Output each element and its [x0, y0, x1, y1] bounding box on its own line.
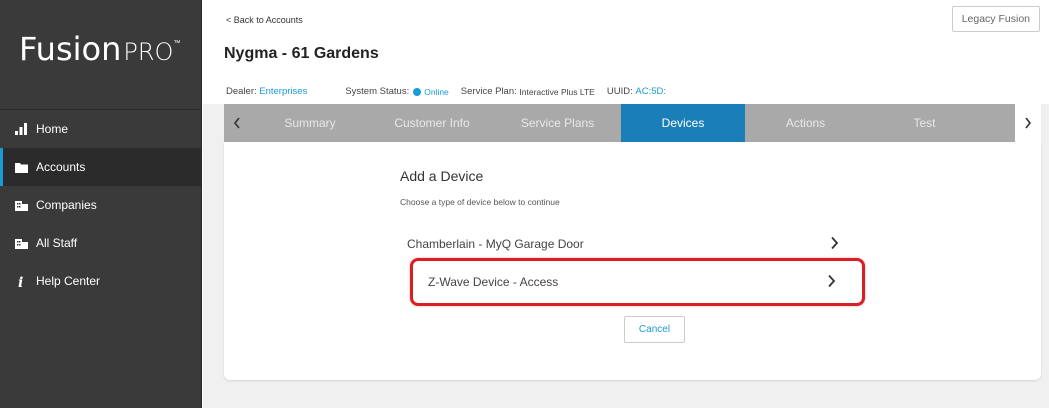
- legacy-fusion-button[interactable]: Legacy Fusion: [951, 6, 1040, 32]
- uuid-label: UUID:: [606, 86, 633, 97]
- building-icon: [14, 198, 28, 212]
- sidebar-item-accounts[interactable]: Accounts: [0, 148, 202, 186]
- uuid-value: AC:5D:: [635, 86, 666, 97]
- sidebar-item-help-center[interactable]: i Help Center: [0, 262, 202, 300]
- dealer-link[interactable]: Enterprises: [259, 86, 307, 97]
- tab-summary[interactable]: Summary: [250, 104, 370, 142]
- device-option-label: Chamberlain - MyQ Garage Door: [407, 237, 584, 251]
- sidebar-item-label: Accounts: [36, 160, 86, 174]
- system-status-label: System Status:: [345, 86, 410, 97]
- sidebar-item-home[interactable]: Home: [0, 110, 202, 148]
- sidebar: FusionPRO™ Home Accounts Companies All S…: [0, 0, 202, 408]
- page-title: Nygma - 61 Gardens: [224, 45, 379, 62]
- account-meta: Dealer: Enterprises System Status: Onlin…: [226, 86, 666, 97]
- status-online-icon: [413, 87, 422, 96]
- chevron-right-icon: [1025, 117, 1032, 129]
- tab-actions[interactable]: Actions: [745, 104, 866, 142]
- sidebar-item-label: Home: [36, 122, 69, 136]
- card-subtitle: Choose a type of device below to continu…: [400, 197, 560, 207]
- tab-customer-info[interactable]: Customer Info: [370, 104, 494, 142]
- sidebar-item-label: Help Center: [36, 274, 101, 288]
- status-badge: Online: [424, 86, 449, 97]
- service-plan-label: Service Plan:: [460, 86, 517, 97]
- chevron-left-icon: [233, 117, 240, 129]
- chevron-right-icon: [828, 274, 836, 288]
- sidebar-item-companies[interactable]: Companies: [0, 186, 202, 224]
- main-content: < Back to Accounts Legacy Fusion Nygma -…: [203, 0, 1049, 408]
- device-option-chamberlain[interactable]: Chamberlain - MyQ Garage Door: [399, 226, 849, 262]
- tab-service-plans[interactable]: Service Plans: [494, 104, 621, 142]
- sidebar-item-all-staff[interactable]: All Staff: [0, 224, 202, 262]
- bar-chart-icon: [14, 122, 28, 136]
- tabs-scroll-right-button[interactable]: [1015, 104, 1041, 142]
- card-title: Add a Device: [400, 168, 484, 184]
- add-device-card: Add a Device Choose a type of device bel…: [224, 142, 1041, 380]
- info-icon: i: [14, 274, 28, 288]
- logo-word: Fusion: [19, 30, 122, 68]
- device-option-label: Z-Wave Device - Access: [428, 275, 559, 289]
- svg-text:i: i: [18, 275, 23, 288]
- account-header: < Back to Accounts Legacy Fusion Nygma -…: [203, 0, 1049, 104]
- tab-devices[interactable]: Devices: [621, 104, 745, 142]
- logo-trademark: ™: [173, 38, 181, 47]
- device-option-zwave-access[interactable]: Z-Wave Device - Access: [420, 264, 870, 300]
- fusion-pro-logo: FusionPRO™: [19, 30, 180, 80]
- tabs-scroll-left-button[interactable]: [224, 104, 250, 142]
- back-to-accounts-link[interactable]: < Back to Accounts: [226, 15, 303, 25]
- service-plan-value: Interactive Plus LTE: [519, 86, 595, 97]
- cancel-button[interactable]: Cancel: [624, 316, 685, 343]
- sidebar-item-label: Companies: [36, 198, 97, 212]
- chevron-right-icon: [831, 236, 839, 250]
- logo-pro: PRO: [123, 38, 174, 66]
- account-tabs: Summary Customer Info Service Plans Devi…: [224, 104, 1041, 142]
- people-icon: [14, 236, 28, 250]
- tab-test[interactable]: Test: [866, 104, 983, 142]
- folder-icon: [14, 160, 28, 174]
- dealer-label: Dealer:: [226, 86, 257, 97]
- sidebar-item-label: All Staff: [36, 236, 78, 250]
